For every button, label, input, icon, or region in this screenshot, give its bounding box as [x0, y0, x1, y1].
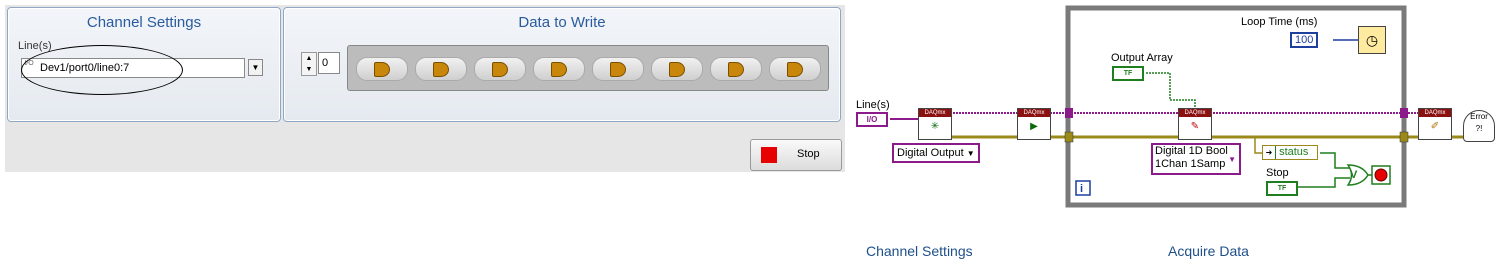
or-gate-label: V	[1350, 169, 1358, 181]
boolean-button[interactable]	[533, 57, 585, 81]
stop-icon	[761, 147, 777, 163]
daqmx-clear-task-vi[interactable]: DAQmx ✐	[1418, 108, 1452, 140]
stop-terminal[interactable]: TF	[1266, 181, 1298, 196]
start-task-icon: ▶	[1030, 121, 1038, 132]
boolean-wire	[1320, 152, 1350, 169]
chevron-down-icon: ▼	[966, 149, 975, 158]
led-icon	[374, 62, 390, 77]
lines-dropdown-button[interactable]: ▼	[248, 59, 263, 76]
vi-header: DAQmx	[1018, 109, 1050, 117]
create-channel-icon: ✳	[930, 121, 940, 132]
iteration-label: i	[1080, 183, 1084, 195]
boolean-button[interactable]	[356, 57, 408, 81]
lines-terminal[interactable]: I/O	[856, 112, 888, 127]
channel-settings-title: Channel Settings	[86, 14, 202, 31]
output-array-terminal[interactable]: TF	[1112, 66, 1144, 81]
daqmx-start-task-vi[interactable]: DAQmx ▶	[1017, 108, 1051, 140]
unbundle-arrow-icon: ➜	[1263, 146, 1276, 159]
caption-channel-settings: Channel Settings	[866, 243, 973, 259]
stop-condition-icon	[1374, 168, 1388, 182]
write-mode-line1: Digital 1D Bool	[1155, 145, 1228, 157]
status-label: status	[1279, 146, 1309, 158]
boolean-button[interactable]	[651, 57, 703, 81]
boolean-wire	[1296, 177, 1350, 188]
lines-control-label: Line(s)	[856, 99, 890, 111]
boolean-button[interactable]	[592, 57, 644, 81]
error-branch-wire	[1254, 137, 1262, 154]
channel-settings-group: Channel Settings Line(s) I/O Dev1/port0/…	[7, 7, 281, 122]
simple-error-handler-icon[interactable]: Error?!	[1463, 110, 1495, 142]
vi-header: DAQmx	[919, 109, 951, 117]
boolean-array-wire	[1146, 72, 1196, 110]
led-icon	[492, 62, 508, 77]
task-tunnel	[1400, 108, 1408, 118]
task-type-value: Digital Output	[897, 147, 964, 159]
led-icon	[787, 62, 803, 77]
highlight-ellipse	[21, 45, 183, 95]
unbundle-status[interactable]: ➜ status	[1262, 145, 1318, 160]
vi-header: DAQmx	[1179, 109, 1211, 117]
boolean-button[interactable]	[769, 57, 821, 81]
write-icon: ✎	[1190, 121, 1200, 132]
lines-label: Line(s)	[18, 40, 52, 52]
vi-header: DAQmx	[1419, 109, 1451, 117]
led-icon	[728, 62, 744, 77]
task-type-selector[interactable]: Digital Output ▼	[892, 143, 980, 163]
boolean-array	[347, 45, 829, 91]
led-icon	[551, 62, 567, 77]
clear-task-icon: ✐	[1430, 121, 1440, 132]
index-spinner[interactable]: ▲ ▼	[301, 52, 317, 76]
error-tunnel	[1399, 131, 1409, 143]
error-label: Error	[1470, 112, 1488, 121]
chevron-down-icon: ▼	[1228, 155, 1236, 164]
daqmx-create-channel-vi[interactable]: DAQmx ✳	[918, 108, 952, 140]
stop-button[interactable]: Stop	[750, 139, 842, 171]
daqmx-write-vi[interactable]: DAQmx ✎	[1178, 108, 1212, 140]
led-icon	[669, 62, 685, 77]
wait-timer-icon[interactable]: ◷	[1358, 26, 1386, 54]
front-panel: Channel Settings Line(s) I/O Dev1/port0/…	[5, 5, 845, 172]
boolean-button[interactable]	[710, 57, 762, 81]
led-icon	[433, 62, 449, 77]
stop-control-label: Stop	[1266, 167, 1289, 179]
write-mode-selector[interactable]: Digital 1D Bool 1Chan 1Samp ▼	[1151, 143, 1241, 175]
array-index-field[interactable]: 0	[318, 52, 340, 74]
led-icon	[610, 62, 626, 77]
write-mode-line2: 1Chan 1Samp	[1155, 158, 1226, 170]
loop-time-label: Loop Time (ms)	[1241, 16, 1318, 28]
stop-button-label: Stop	[797, 148, 820, 160]
output-array-label: Output Array	[1111, 52, 1173, 64]
boolean-button[interactable]	[415, 57, 467, 81]
caption-acquire-data: Acquire Data	[1168, 243, 1249, 259]
data-to-write-title: Data to Write	[518, 14, 606, 31]
error-tunnel	[1064, 131, 1074, 143]
boolean-button[interactable]	[474, 57, 526, 81]
loop-time-constant[interactable]: 100	[1290, 32, 1319, 48]
task-tunnel	[1065, 108, 1073, 118]
data-to-write-group: Data to Write ▲ ▼ 0	[283, 7, 841, 122]
